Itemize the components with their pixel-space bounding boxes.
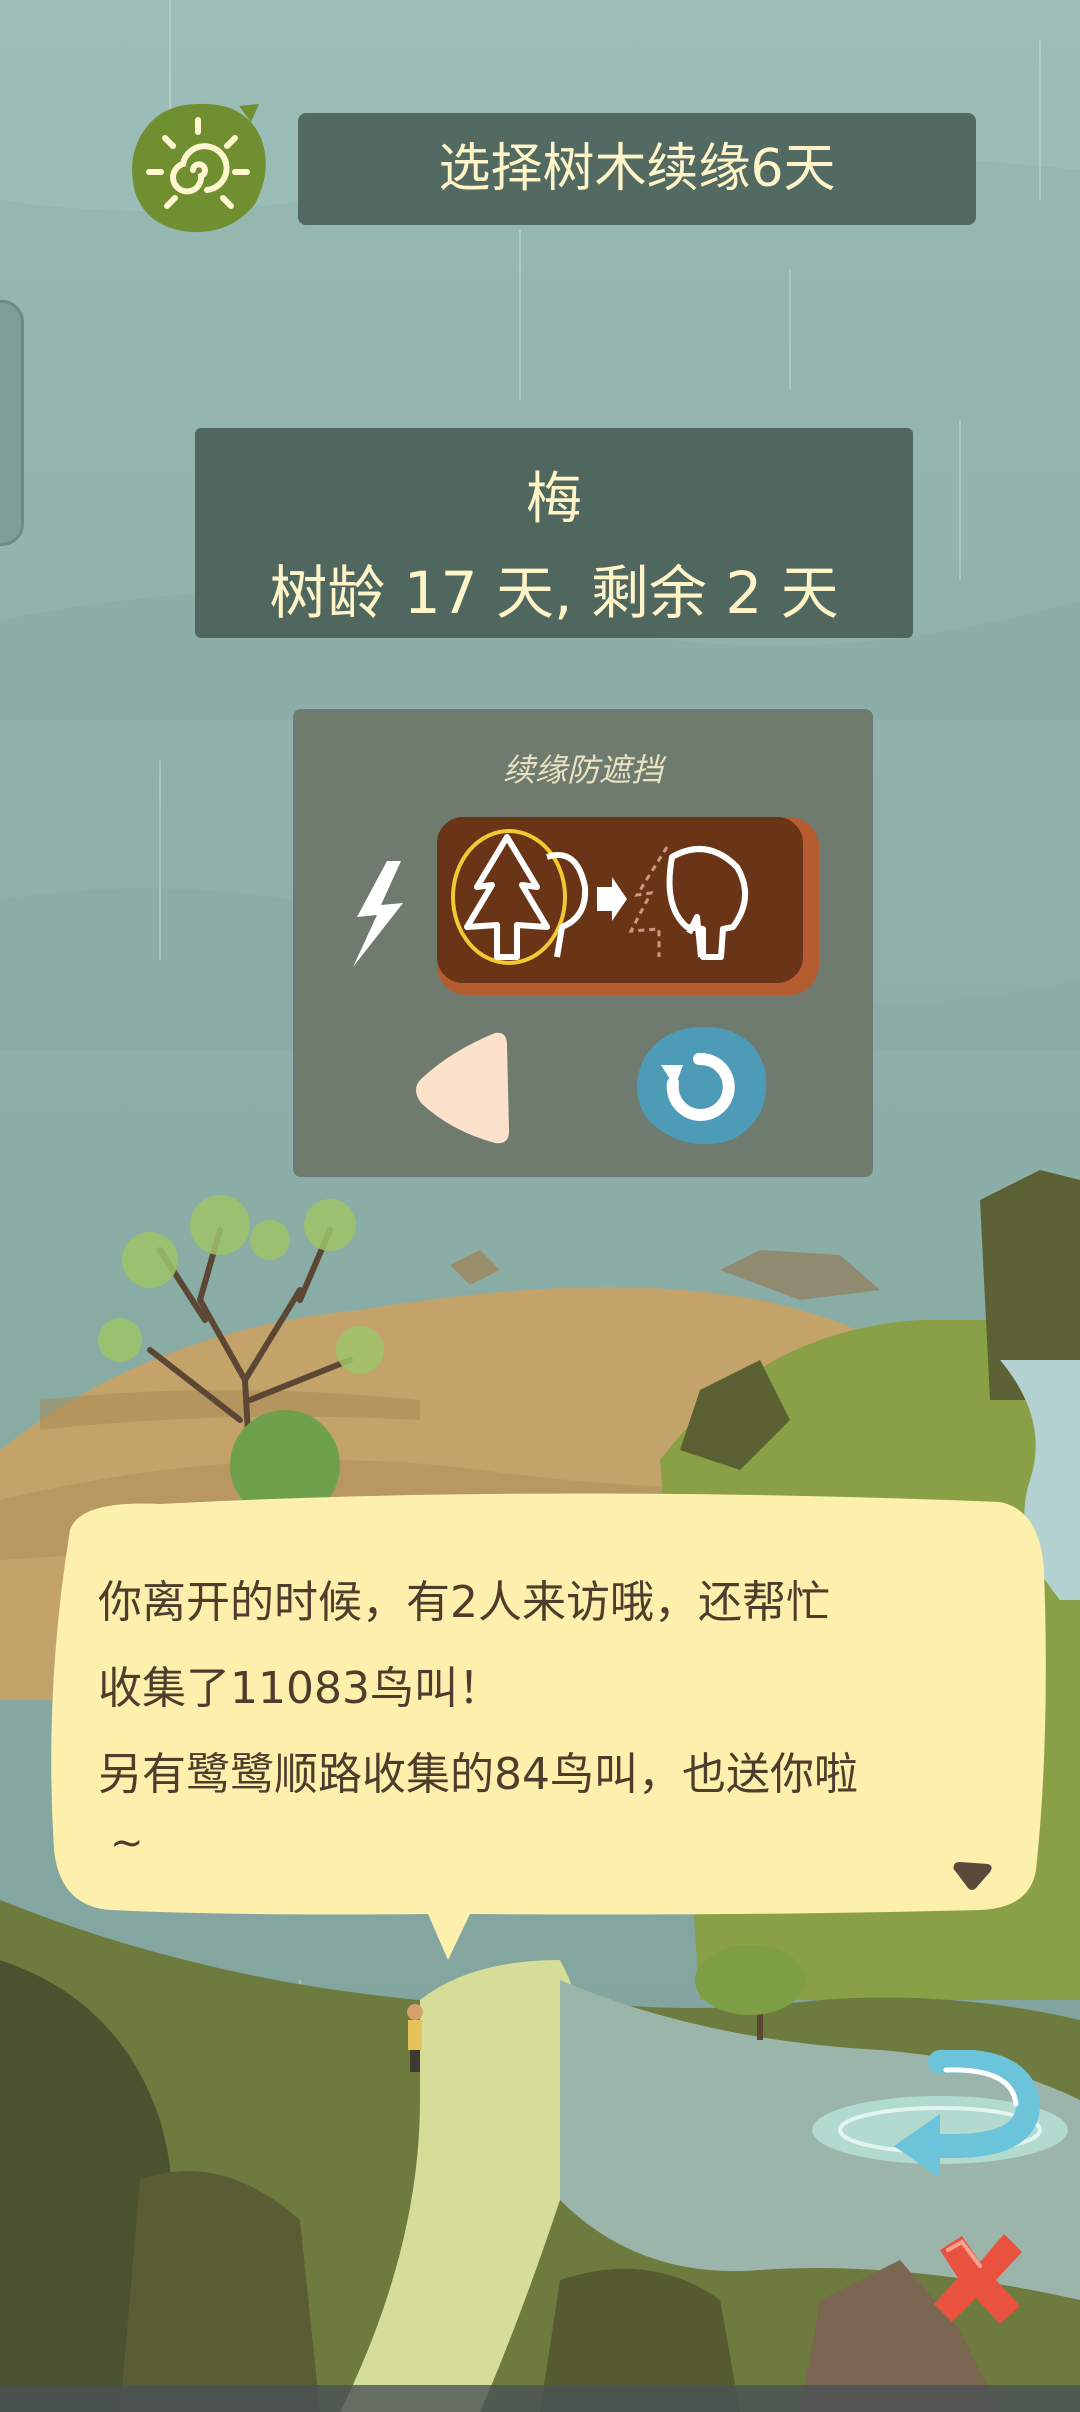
return-arrow-icon[interactable] (790, 2050, 1070, 2180)
side-drawer-tab[interactable] (0, 300, 24, 546)
dialog-tilde: ~ (110, 1820, 144, 1866)
tree-info-panel: 梅 树龄 17 天, 剩余 2 天 (195, 428, 913, 638)
lightning-icon (353, 861, 403, 967)
tree-switch-button-face (437, 817, 803, 983)
tree-name: 梅 (526, 467, 582, 532)
tree-age-text: 树龄 17 天, 剩余 2 天 (269, 559, 839, 627)
shield-title: 续缘防遮挡 (502, 751, 663, 789)
dialog-text: 你离开的时候，有2人来访哦，还帮忙 收集了11083鸟叫！ 另有鹭鹭顺路收集的8… (98, 1577, 858, 1800)
tree-switch-icon (451, 829, 749, 965)
close-icon[interactable] (928, 2228, 1028, 2328)
triangle-left-icon[interactable] (411, 1027, 511, 1149)
triangle-down-icon[interactable] (952, 1862, 994, 1892)
refresh-icon[interactable] (633, 1025, 769, 1147)
title-bar: 选择树木续缘6天 (298, 113, 976, 225)
renew-shield-panel: 续缘防遮挡 (293, 709, 873, 1177)
tree-switch-button[interactable] (437, 817, 819, 995)
title-text: 选择树木续缘6天 (438, 139, 836, 199)
sun-swirl-icon[interactable] (127, 100, 269, 236)
